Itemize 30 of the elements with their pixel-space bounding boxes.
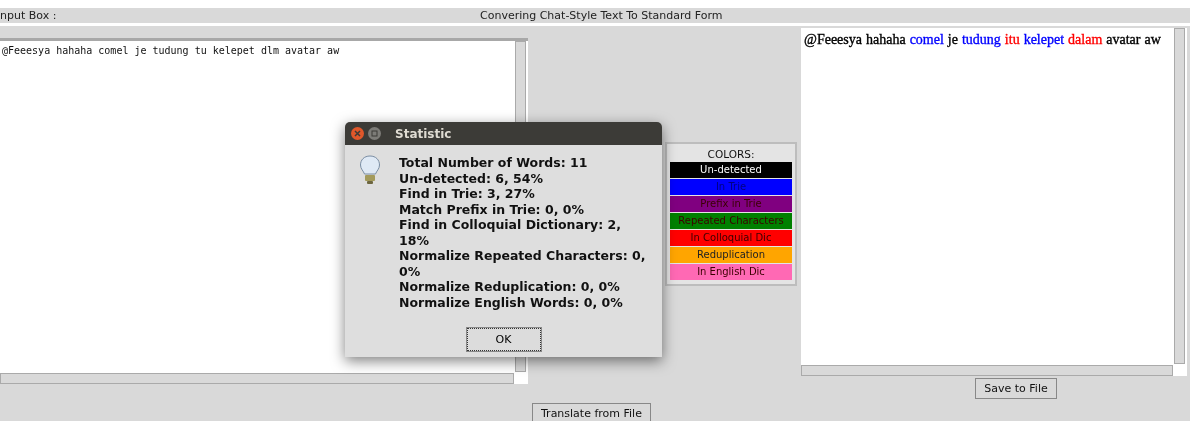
translate-from-file-button[interactable]: Translate from File	[532, 403, 651, 421]
output-word: @Feeesya	[804, 32, 862, 48]
output-word: hahaha	[866, 32, 906, 48]
output-word: comel	[909, 32, 944, 48]
close-icon[interactable]	[351, 127, 364, 140]
legend-title: COLORS:	[707, 147, 755, 161]
output-word: tudung	[961, 32, 1001, 48]
legend-item: Repeated Characters	[670, 213, 792, 229]
dialog-title: Statistic	[395, 126, 452, 141]
horizontal-scrollbar[interactable]	[0, 373, 514, 384]
lightbulb-icon	[359, 155, 381, 185]
output-word: itu	[1004, 32, 1020, 48]
legend-item: In English Dic	[670, 264, 792, 280]
horizontal-scrollbar[interactable]	[801, 365, 1173, 376]
legend-item: In Colloquial Dic	[670, 230, 792, 246]
output-word: aw	[1144, 32, 1161, 48]
output-word: dalam	[1068, 32, 1103, 48]
legend-item: Prefix in Trie	[670, 196, 792, 212]
save-to-file-button[interactable]: Save to File	[975, 378, 1057, 399]
output-word: kelepet	[1023, 32, 1065, 48]
maximize-icon[interactable]	[368, 127, 381, 140]
legend-item: In Trie	[670, 179, 792, 195]
legend-item: Reduplication	[670, 247, 792, 263]
legend-item: Un-detected	[670, 162, 792, 178]
ok-button[interactable]: OK	[466, 328, 541, 351]
output-word: avatar	[1106, 32, 1141, 48]
vertical-scrollbar[interactable]	[1174, 28, 1185, 364]
input-box-label: nput Box :	[0, 8, 58, 23]
output-word: je	[947, 32, 958, 48]
window-title: Convering Chat-Style Text To Standard Form	[480, 8, 723, 23]
